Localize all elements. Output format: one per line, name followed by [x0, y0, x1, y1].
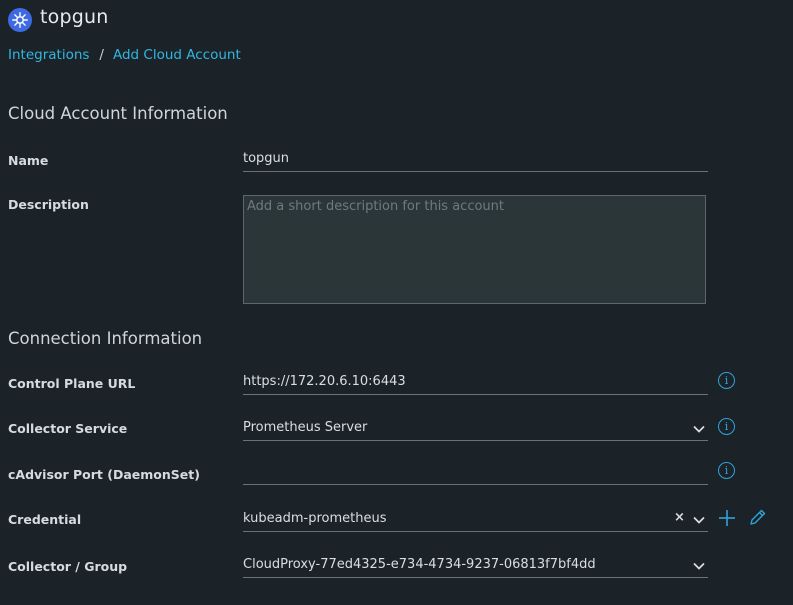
breadcrumb-separator: /: [99, 47, 104, 63]
app-title: topgun: [40, 6, 109, 28]
collector-service-label: Collector Service: [8, 421, 128, 436]
collector-service-info-icon[interactable]: i: [718, 418, 735, 435]
description-label: Description: [8, 197, 89, 212]
collector-service-chevron-down-icon[interactable]: [692, 424, 706, 434]
cadvisor-port-info-icon[interactable]: i: [718, 462, 735, 479]
collector-service-select[interactable]: Prometheus Server: [243, 419, 708, 441]
breadcrumb: Integrations / Add Cloud Account: [8, 47, 241, 63]
kubernetes-logo-icon: [8, 8, 32, 32]
breadcrumb-integrations-link[interactable]: Integrations: [8, 47, 89, 63]
control-plane-url-info-icon[interactable]: i: [718, 372, 735, 389]
control-plane-url-input[interactable]: https://172.20.6.10:6443: [243, 373, 708, 395]
collector-group-label: Collector / Group: [8, 559, 128, 574]
connection-section-title: Connection Information: [8, 329, 203, 348]
description-textarea[interactable]: Add a short description for this account: [243, 195, 706, 304]
credential-select[interactable]: kubeadm-prometheus: [243, 510, 708, 532]
cloud-account-section-title: Cloud Account Information: [8, 104, 228, 123]
add-credential-plus-icon[interactable]: [717, 508, 737, 528]
credential-label: Credential: [8, 512, 82, 527]
breadcrumb-add-cloud-account[interactable]: Add Cloud Account: [113, 47, 241, 63]
cadvisor-port-label: cAdvisor Port (DaemonSet): [8, 467, 200, 482]
collector-group-chevron-down-icon[interactable]: [692, 561, 706, 571]
credential-chevron-down-icon[interactable]: [692, 515, 706, 525]
control-plane-url-label: Control Plane URL: [8, 376, 136, 391]
edit-credential-pencil-icon[interactable]: [748, 507, 768, 527]
name-label: Name: [8, 153, 49, 168]
credential-clear-icon[interactable]: ×: [674, 510, 685, 525]
name-input[interactable]: topgun: [243, 150, 708, 172]
collector-group-select[interactable]: CloudProxy-77ed4325-e734-4734-9237-06813…: [243, 556, 708, 578]
cadvisor-port-input[interactable]: [243, 463, 708, 485]
